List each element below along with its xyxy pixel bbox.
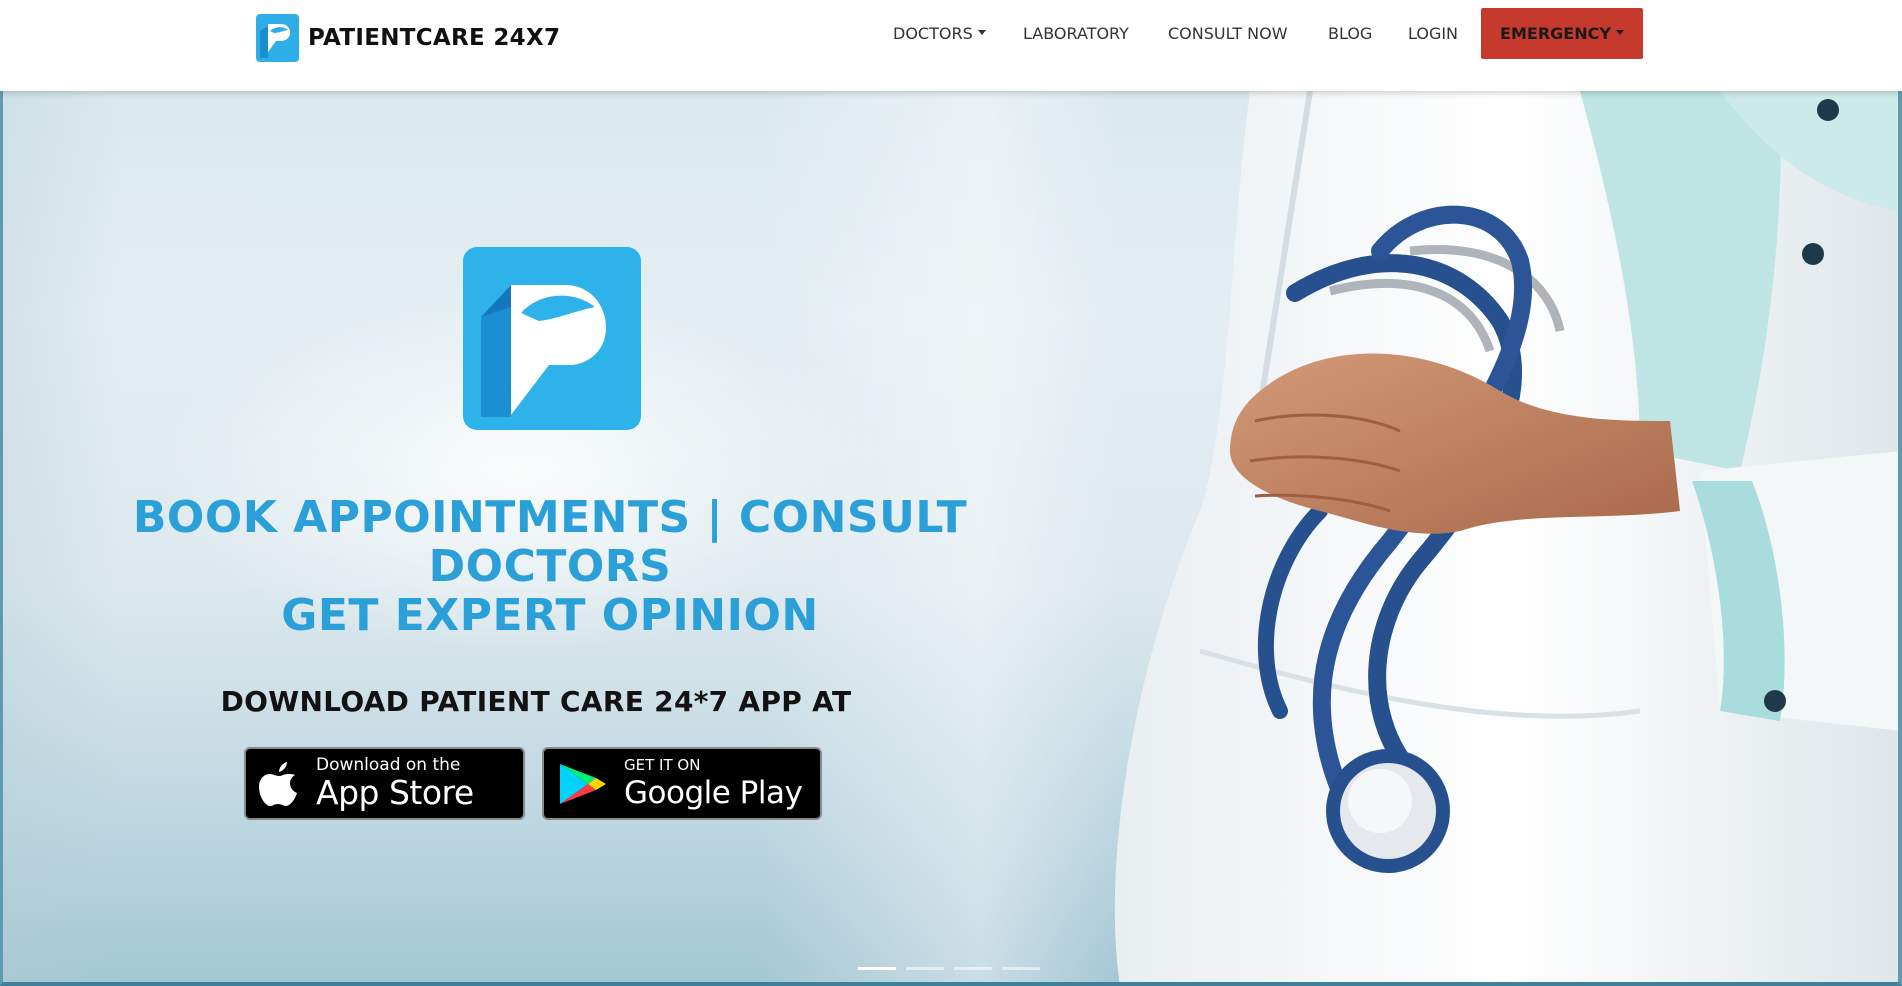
- patientcare-app-icon: [463, 247, 641, 430]
- brand-link[interactable]: PATIENTCARE 24X7: [256, 14, 560, 62]
- nav-blog[interactable]: BLOG: [1328, 24, 1372, 43]
- google-play-small-text: GET IT ON: [624, 756, 701, 774]
- nav-consult-now-label: CONSULT NOW: [1168, 24, 1288, 43]
- app-store-big-text: App Store: [316, 773, 474, 812]
- nav-doctors-label: DOCTORS: [893, 24, 973, 43]
- top-navbar: PATIENTCARE 24X7 DOCTORS LABORATORY CONS…: [0, 0, 1902, 91]
- carousel-indicator-1[interactable]: [858, 967, 896, 970]
- emergency-label: EMERGENCY: [1500, 24, 1611, 43]
- nav-laboratory-label: LABORATORY: [1023, 24, 1129, 43]
- nav-login-label: LOGIN: [1408, 24, 1459, 43]
- nav-doctors[interactable]: DOCTORS: [893, 24, 986, 43]
- carousel-indicator-4[interactable]: [1002, 967, 1040, 970]
- hero-carousel: BOOK APPOINTMENTS | CONSULT DOCTORS GET …: [0, 91, 1902, 986]
- patientcare-logo-icon: [256, 14, 299, 62]
- caret-down-icon: [1615, 30, 1624, 35]
- google-play-text: GET IT ON Google Play: [624, 756, 803, 811]
- google-play-badge[interactable]: GET IT ON Google Play: [542, 747, 822, 820]
- carousel-indicator-3[interactable]: [954, 967, 992, 970]
- google-play-icon: [560, 763, 606, 804]
- emergency-dropdown-button[interactable]: EMERGENCY: [1481, 8, 1643, 59]
- app-store-text: Download on the App Store: [316, 756, 474, 811]
- nav-consult-now[interactable]: CONSULT NOW: [1168, 24, 1288, 43]
- doctor-with-stethoscope-image: [1114, 91, 1902, 986]
- google-play-big-text: Google Play: [624, 775, 803, 811]
- hero-tagline: BOOK APPOINTMENTS | CONSULT DOCTORS GET …: [10, 493, 1090, 640]
- carousel-indicator-2[interactable]: [906, 967, 944, 970]
- brand-name: PATIENTCARE 24X7: [308, 25, 561, 51]
- tagline-line-1: BOOK APPOINTMENTS | CONSULT DOCTORS: [132, 492, 968, 592]
- caret-down-icon: [977, 30, 986, 35]
- carousel-indicators: [858, 967, 1040, 970]
- nav-login[interactable]: LOGIN: [1408, 24, 1458, 43]
- nav-laboratory[interactable]: LABORATORY: [1023, 24, 1129, 43]
- apple-icon: [259, 761, 297, 806]
- tagline-line-2: GET EXPERT OPINION: [281, 590, 819, 641]
- app-store-badge[interactable]: Download on the App Store: [244, 747, 525, 820]
- nav-blog-label: BLOG: [1328, 24, 1373, 43]
- download-heading: DOWNLOAD PATIENT CARE 24*7 APP AT: [220, 685, 852, 718]
